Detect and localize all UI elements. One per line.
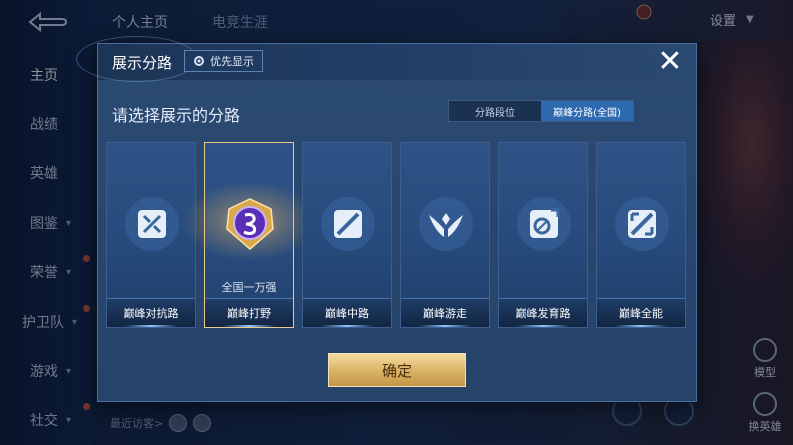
- confirm-button[interactable]: 确定: [328, 353, 466, 387]
- dialog-title: 展示分路: [112, 54, 173, 72]
- lane-card-farm[interactable]: 巅峰发育路: [498, 142, 588, 328]
- lane-rank-text: 全国一万强: [221, 281, 277, 294]
- clash-lane-icon: [125, 197, 179, 251]
- farm-lane-icon: [517, 197, 571, 251]
- all-round-icon: [615, 197, 669, 251]
- mid-lane-icon: [321, 197, 375, 251]
- lane-label: 巅峰游走: [401, 298, 489, 327]
- lane-card-all-round[interactable]: 巅峰全能: [596, 142, 686, 328]
- lane-label: 巅峰对抗路: [107, 298, 195, 327]
- display-lane-dialog: 展示分路 优先显示 ✕ 请选择展示的分路 分路段位 巅峰分路(全国) 巅峰对抗路: [76, 36, 697, 402]
- tab-lane-rank[interactable]: 分路段位: [449, 101, 541, 121]
- close-button[interactable]: ✕: [654, 46, 686, 78]
- lane-label: 巅峰中路: [303, 298, 391, 327]
- gear-icon: [194, 56, 204, 66]
- lane-label: 巅峰打野: [205, 298, 293, 327]
- dialog-subtitle: 请选择展示的分路: [112, 106, 241, 125]
- tab-peak-lane-national[interactable]: 巅峰分路(全国): [541, 101, 633, 121]
- dialog-header: 展示分路 优先显示 ✕: [76, 36, 696, 82]
- lane-mode-toggle: 分路段位 巅峰分路(全国): [448, 100, 634, 122]
- lane-list: 巅峰对抗路 全国一万强 巅峰打野 巅峰中路 巅峰游走 巅峰发育路 巅峰全能: [106, 142, 690, 330]
- priority-display-button[interactable]: 优先显示: [184, 50, 263, 72]
- lane-label: 巅峰发育路: [499, 298, 587, 327]
- lane-label: 巅峰全能: [597, 298, 685, 327]
- lane-card-roam[interactable]: 巅峰游走: [400, 142, 490, 328]
- close-icon: ✕: [657, 44, 683, 79]
- lane-card-jungle[interactable]: 全国一万强 巅峰打野: [181, 142, 319, 328]
- lane-card-mid[interactable]: 巅峰中路: [302, 142, 392, 328]
- roam-icon: [419, 197, 473, 251]
- jungle-emblem-icon: [226, 198, 274, 250]
